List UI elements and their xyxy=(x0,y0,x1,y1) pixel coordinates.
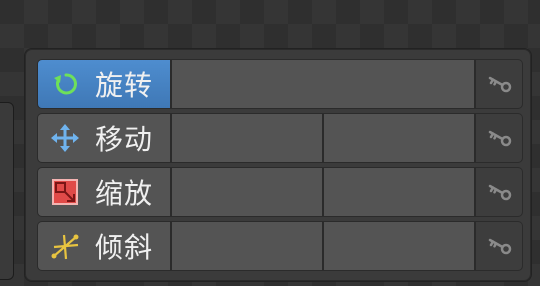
shear-tool-button[interactable]: 倾斜 xyxy=(38,222,171,270)
move-tool-button[interactable]: 移动 xyxy=(38,114,171,162)
tool-row-rotate: 旋转 xyxy=(37,59,523,109)
move-tool-label: 移动 xyxy=(95,123,154,156)
move-icon xyxy=(50,123,80,153)
key-icon xyxy=(488,184,512,201)
key-icon xyxy=(488,238,512,255)
rotate-tool-label: 旋转 xyxy=(95,69,154,102)
scale-tool-button[interactable]: 缩放 xyxy=(38,168,171,216)
rotate-tool-button[interactable]: 旋转 xyxy=(38,60,171,108)
shear-icon xyxy=(50,231,80,261)
scale-icon xyxy=(50,177,80,207)
rotate-icon xyxy=(50,69,80,99)
move-x-field[interactable] xyxy=(172,114,322,162)
shear-y-field[interactable] xyxy=(324,222,474,270)
tool-row-move: 移动 xyxy=(37,113,523,163)
shear-tool-label: 倾斜 xyxy=(95,231,154,264)
tool-row-shear: 倾斜 xyxy=(37,221,523,271)
shear-lock-button[interactable] xyxy=(476,222,522,270)
scale-lock-button[interactable] xyxy=(476,168,522,216)
adjacent-panel-edge xyxy=(0,102,14,280)
key-icon xyxy=(488,130,512,147)
key-icon xyxy=(488,76,512,93)
move-y-field[interactable] xyxy=(324,114,474,162)
scale-x-field[interactable] xyxy=(172,168,322,216)
rotate-value-field[interactable] xyxy=(172,60,474,108)
scale-tool-label: 缩放 xyxy=(95,177,154,210)
transform-tools-panel: 旋转 移动 缩放 倾斜 xyxy=(24,48,532,282)
shear-x-field[interactable] xyxy=(172,222,322,270)
scale-y-field[interactable] xyxy=(324,168,474,216)
rotate-lock-button[interactable] xyxy=(476,60,522,108)
move-lock-button[interactable] xyxy=(476,114,522,162)
tool-row-scale: 缩放 xyxy=(37,167,523,217)
